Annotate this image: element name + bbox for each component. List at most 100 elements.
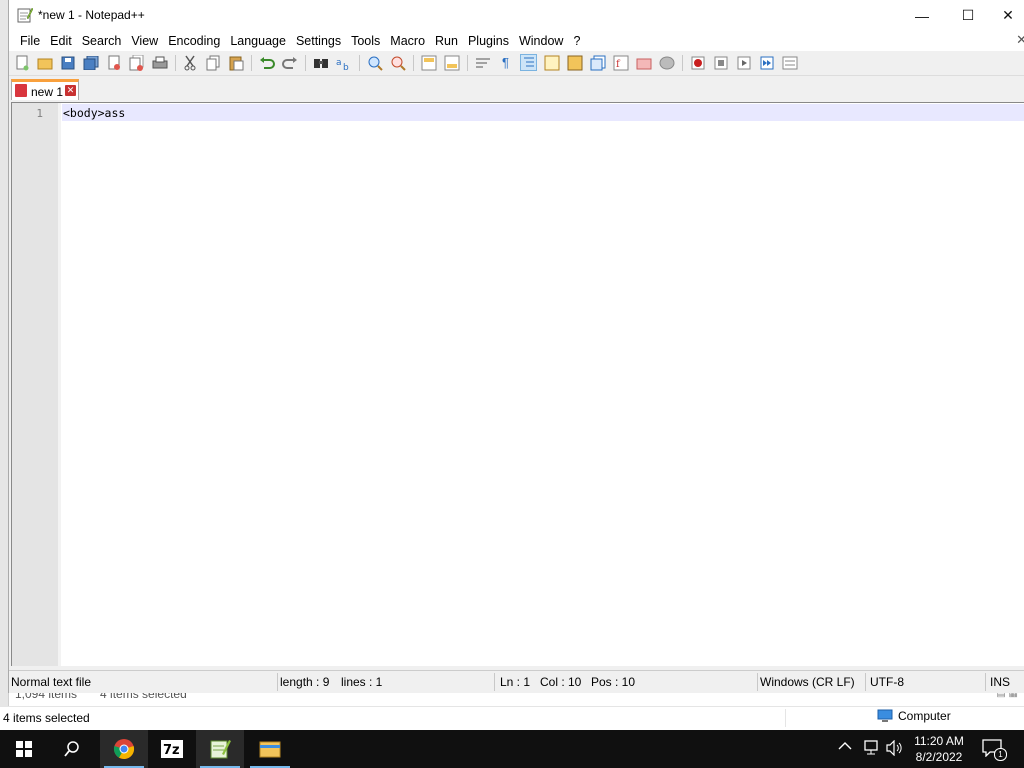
close-all-icon[interactable]	[128, 54, 145, 71]
close-document-button[interactable]: ✕	[1016, 32, 1024, 48]
sync-vertical-icon[interactable]	[420, 54, 437, 71]
tray-overflow-icon[interactable]	[838, 740, 852, 754]
fold-margin[interactable]	[58, 103, 61, 666]
open-file-icon[interactable]	[36, 54, 53, 71]
svg-text:7z: 7z	[163, 743, 180, 758]
notification-center-button[interactable]: 1	[982, 739, 1007, 761]
title-bar[interactable]: *new 1 - Notepad++ — ☐ ✕	[9, 0, 1024, 31]
divider	[494, 673, 495, 691]
clock-date: 8/2/2022	[915, 750, 963, 764]
save-macro-icon[interactable]	[781, 54, 798, 71]
close-icon[interactable]	[105, 54, 122, 71]
replace-icon[interactable]: ab	[335, 54, 352, 71]
paste-icon[interactable]	[227, 54, 244, 71]
menu-file[interactable]: File	[15, 33, 45, 49]
tab-new-1[interactable]: new 1 ✕	[11, 79, 79, 100]
status-lines: lines : 1	[341, 675, 383, 689]
divider	[467, 55, 468, 71]
menu-plugins[interactable]: Plugins	[463, 33, 514, 49]
new-file-icon[interactable]	[13, 54, 30, 71]
stop-record-icon[interactable]	[712, 54, 729, 71]
monitoring-icon[interactable]	[658, 54, 675, 71]
indent-guide-icon[interactable]	[520, 54, 537, 71]
divider	[277, 673, 278, 691]
taskbar-7zip[interactable]: 7z	[148, 730, 196, 768]
menu-run[interactable]: Run	[430, 33, 463, 49]
run-macro-multiple-icon[interactable]	[758, 54, 775, 71]
print-icon[interactable]	[151, 54, 168, 71]
taskbar-chrome[interactable]	[100, 730, 148, 768]
taskbar-file-explorer[interactable]	[246, 730, 294, 768]
close-button[interactable]: ✕	[991, 0, 1024, 31]
divider	[175, 55, 176, 71]
redo-icon[interactable]	[281, 54, 298, 71]
divider	[757, 673, 758, 691]
notepadpp-icon	[210, 740, 231, 759]
undo-icon[interactable]	[258, 54, 275, 71]
menu-edit[interactable]: Edit	[45, 33, 77, 49]
copy-icon[interactable]	[204, 54, 221, 71]
divider	[865, 673, 866, 691]
line-text: <body>ass	[63, 106, 126, 120]
svg-text:a: a	[336, 58, 342, 68]
menu-encoding[interactable]: Encoding	[163, 33, 225, 49]
status-insert-mode: INS	[990, 675, 1011, 689]
unsaved-file-icon	[15, 84, 27, 97]
window-title: *new 1 - Notepad++	[38, 8, 145, 22]
menu-macro[interactable]: Macro	[385, 33, 430, 49]
doc-list-icon[interactable]	[589, 54, 606, 71]
menu-window[interactable]: Window	[514, 33, 568, 49]
divider	[413, 55, 414, 71]
record-macro-icon[interactable]	[689, 54, 706, 71]
notepadpp-window: *new 1 - Notepad++ — ☐ ✕ File Edit Searc…	[8, 0, 1024, 693]
explorer-status-selected: 4 items selected	[3, 711, 90, 725]
status-pos: Pos : 10	[591, 675, 636, 689]
menu-language[interactable]: Language	[225, 33, 291, 49]
minimize-button[interactable]: —	[899, 0, 945, 31]
status-file-type: Normal text file	[11, 675, 92, 689]
line-number: 1	[36, 107, 43, 120]
find-icon[interactable]	[312, 54, 329, 71]
show-all-chars-icon[interactable]: ¶	[497, 54, 514, 71]
play-macro-icon[interactable]	[735, 54, 752, 71]
tab-bar: new 1 ✕	[9, 76, 1024, 101]
doc-map-icon[interactable]	[566, 54, 583, 71]
explorer-status-bar: 4 items selected Computer	[0, 706, 1024, 730]
line-number-gutter[interactable]: 1	[12, 103, 61, 666]
start-icon	[16, 741, 32, 757]
computer-icon	[877, 709, 893, 722]
svg-text:b: b	[343, 63, 349, 71]
function-list-icon[interactable]: f	[612, 54, 629, 71]
divider	[682, 55, 683, 71]
network-icon[interactable]	[862, 740, 880, 759]
current-line[interactable]: <body>ass	[62, 104, 1024, 121]
clock-time: 11:20 AM	[914, 734, 964, 748]
zoom-out-icon[interactable]	[389, 54, 406, 71]
divider	[251, 55, 252, 71]
cut-icon[interactable]	[181, 54, 198, 71]
menu-tools[interactable]: Tools	[346, 33, 385, 49]
save-icon[interactable]	[59, 54, 76, 71]
status-eol: Windows (CR LF)	[760, 675, 855, 689]
sync-horizontal-icon[interactable]	[443, 54, 460, 71]
tab-close-icon[interactable]: ✕	[65, 85, 76, 96]
status-col: Col : 10	[540, 675, 582, 689]
maximize-button[interactable]: ☐	[945, 0, 991, 31]
editor-area[interactable]: 1 <body>ass	[11, 102, 1024, 666]
word-wrap-icon[interactable]	[474, 54, 491, 71]
explorer-location-label: Computer	[898, 709, 951, 723]
search-button[interactable]	[48, 730, 96, 768]
folder-workspace-icon[interactable]	[635, 54, 652, 71]
divider	[305, 55, 306, 71]
menu-settings[interactable]: Settings	[291, 33, 346, 49]
udl-icon[interactable]	[543, 54, 560, 71]
file-explorer-icon	[259, 741, 281, 758]
start-button[interactable]	[0, 730, 48, 768]
menu-search[interactable]: Search	[77, 33, 127, 49]
menu-view[interactable]: View	[126, 33, 163, 49]
save-all-icon[interactable]	[82, 54, 99, 71]
menu-help[interactable]: ?	[568, 33, 585, 49]
taskbar-notepadpp[interactable]	[196, 730, 244, 768]
zoom-in-icon[interactable]	[366, 54, 383, 71]
taskbar-clock[interactable]: 11:20 AM 8/2/2022	[896, 733, 982, 765]
